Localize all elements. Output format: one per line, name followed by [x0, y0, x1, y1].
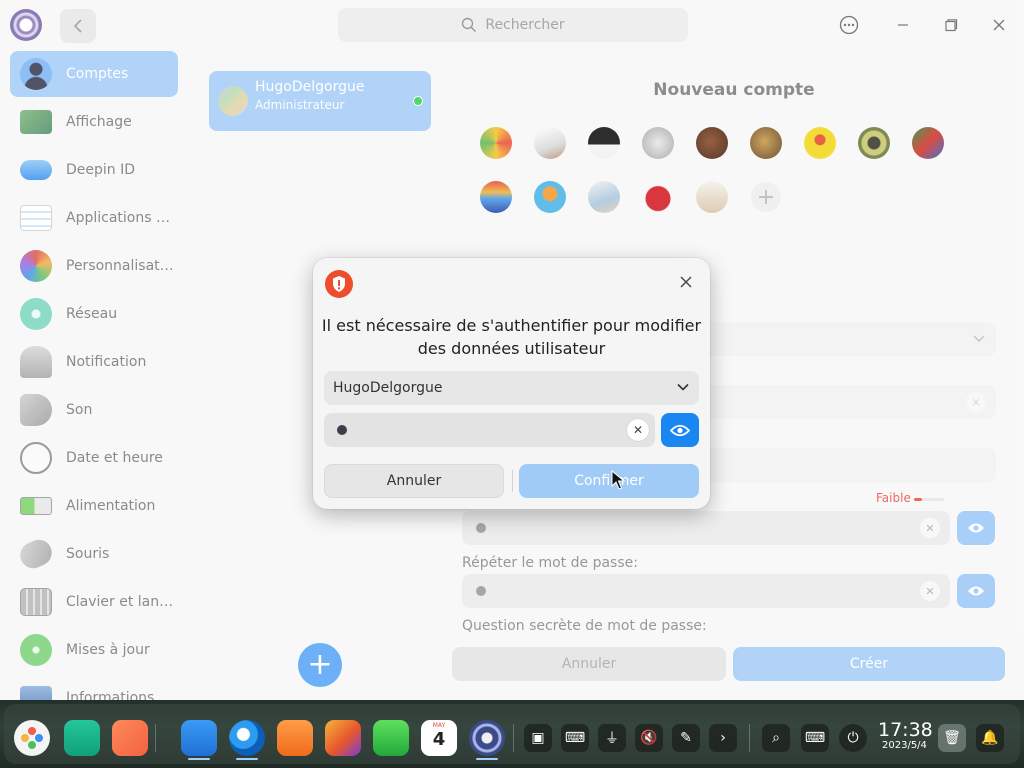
auth-password-field[interactable]: ✕: [324, 413, 655, 447]
onscreen-keyboard-icon[interactable]: ⌨: [801, 724, 829, 752]
show-password-button[interactable]: [661, 413, 699, 447]
workspace-icon[interactable]: [112, 720, 148, 756]
dock: MAY 4 ▣ ⌨ ⏚ 🔇 ✎ › ⌕ ⌨ ⏻ 🗑 🔔: [0, 700, 1024, 768]
app-store-icon[interactable]: [277, 720, 313, 756]
calendar-month: MAY: [432, 722, 446, 729]
mouse-cursor-icon: [611, 470, 625, 490]
search-icon[interactable]: ⌕: [762, 724, 790, 752]
clock-time[interactable]: 17:38: [878, 719, 933, 741]
chevron-down-icon: [677, 383, 689, 391]
volume-muted-icon[interactable]: 🔇: [635, 724, 663, 752]
dock-separator: [155, 724, 156, 752]
dock-separator: [749, 724, 750, 752]
auth-dialog: Il est nécessaire de s'authentifier pour…: [313, 258, 710, 509]
browser-icon[interactable]: [229, 720, 265, 756]
running-indicator: [236, 758, 258, 760]
keyboard-tray-icon[interactable]: ⌨: [561, 724, 589, 752]
control-center-icon[interactable]: [469, 720, 505, 756]
button-divider: [512, 470, 513, 492]
auth-user-select[interactable]: HugoDelgorgue: [324, 371, 699, 405]
calendar-icon[interactable]: MAY 4: [421, 720, 457, 756]
expand-tray-icon[interactable]: ›: [709, 724, 737, 752]
power-icon[interactable]: ⏻: [839, 724, 867, 752]
running-indicator: [476, 758, 498, 760]
dock-separator: [513, 724, 514, 752]
warning-shield-icon: [325, 270, 353, 298]
screen-icon[interactable]: ▣: [524, 724, 552, 752]
clock-date[interactable]: 2023/5/4: [882, 740, 927, 751]
close-icon: [680, 276, 692, 288]
dialog-close-button[interactable]: [676, 272, 696, 292]
launcher-icon[interactable]: [14, 720, 50, 756]
notification-bell-icon[interactable]: 🔔: [976, 724, 1004, 752]
dock-panel: MAY 4 ▣ ⌨ ⏚ 🔇 ✎ › ⌕ ⌨ ⏻ 🗑 🔔: [4, 704, 1020, 764]
pen-icon[interactable]: ✎: [672, 724, 700, 752]
dialog-confirm-button[interactable]: Confirmer: [519, 464, 699, 498]
eye-icon: [670, 424, 690, 436]
music-icon[interactable]: [373, 720, 409, 756]
running-indicator: [188, 758, 210, 760]
file-manager-icon[interactable]: [181, 720, 217, 756]
image-viewer-icon[interactable]: [325, 720, 361, 756]
clear-password-button[interactable]: ✕: [627, 419, 649, 441]
auth-user-value: HugoDelgorgue: [333, 380, 443, 396]
trash-icon[interactable]: 🗑: [938, 724, 966, 752]
password-dot: [337, 425, 347, 435]
auth-message: Il est nécessaire de s'authentifier pour…: [321, 316, 702, 358]
usb-icon[interactable]: ⏚: [598, 724, 626, 752]
calendar-day: 4: [432, 729, 446, 750]
multitask-icon[interactable]: [64, 720, 100, 756]
dialog-cancel-button[interactable]: Annuler: [324, 464, 504, 498]
